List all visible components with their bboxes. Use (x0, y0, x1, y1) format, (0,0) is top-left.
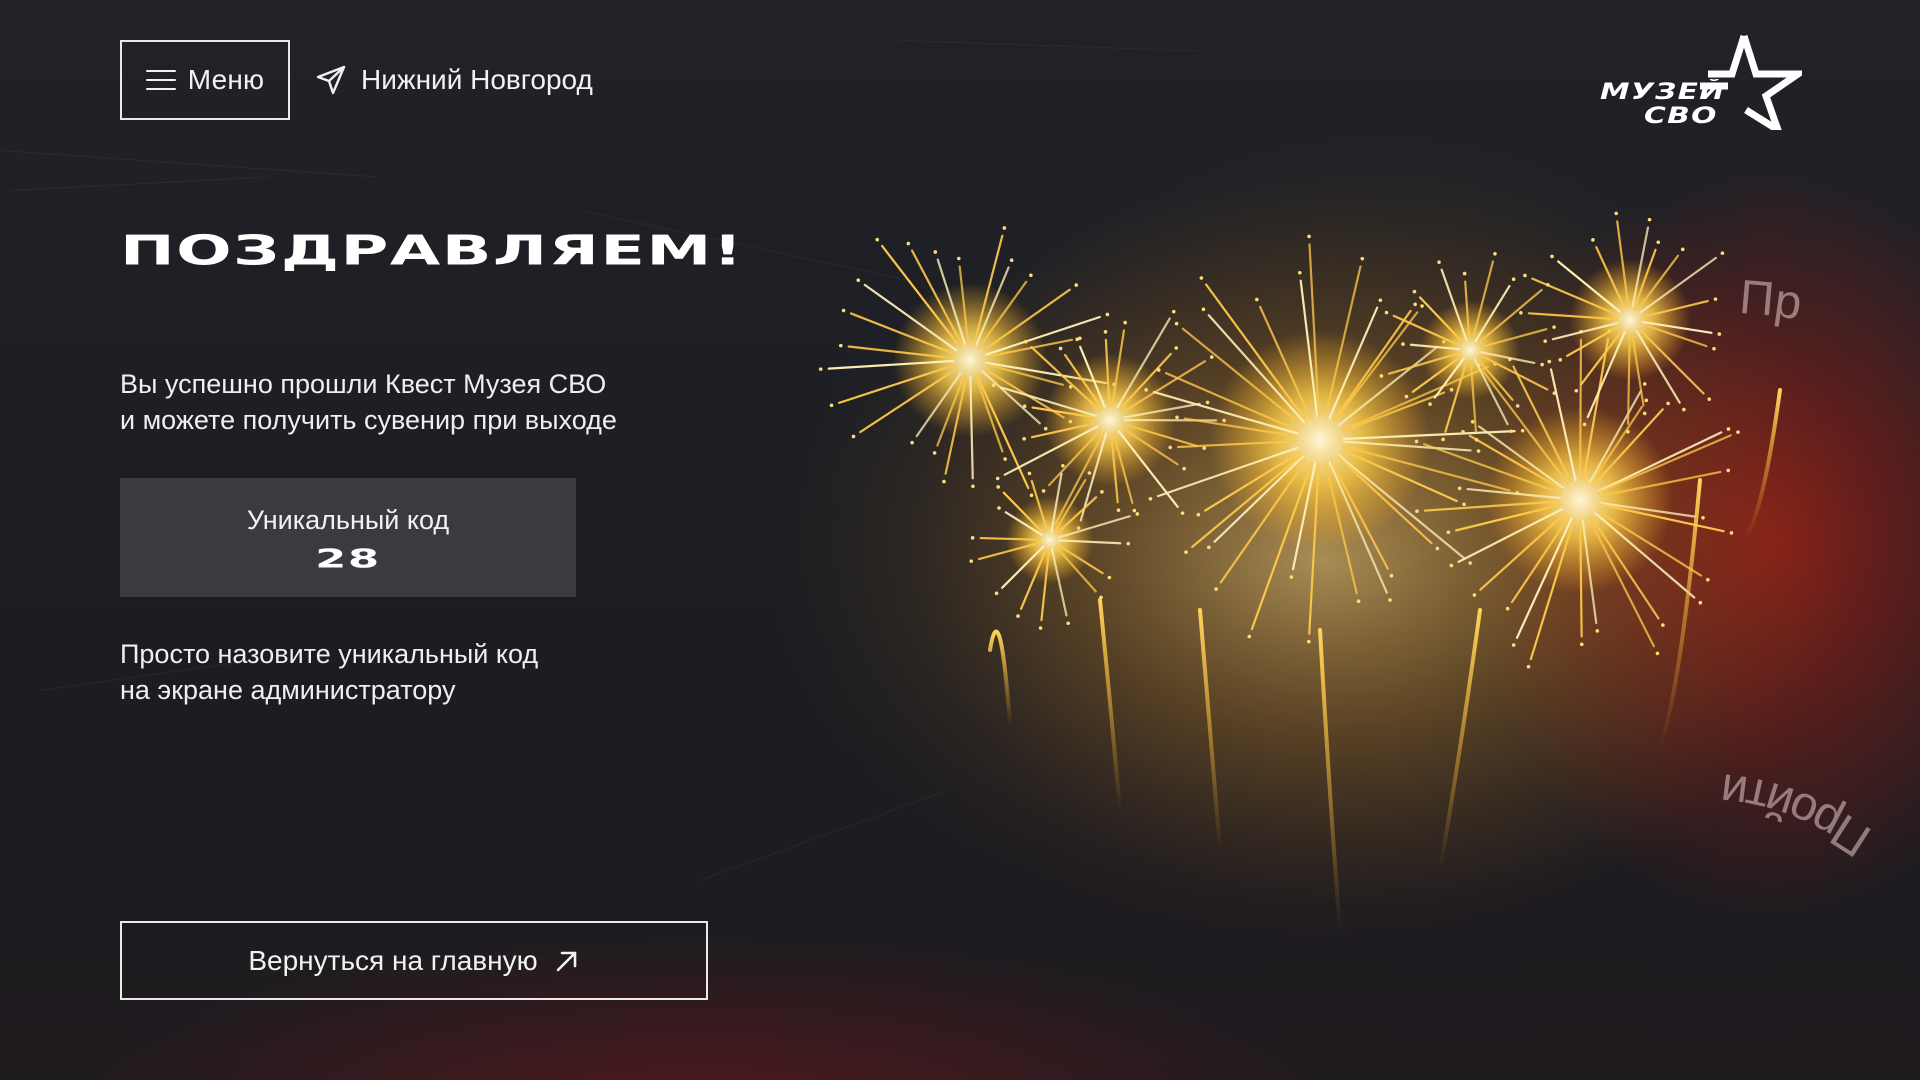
back-to-home-button[interactable]: Вернуться на главную (120, 921, 708, 1000)
instruction-line: на экране администратору (120, 675, 456, 705)
museum-logo[interactable]: МУЗЕЙ СВО (1596, 30, 1802, 130)
instruction-line: Просто назовите уникальный код (120, 639, 539, 669)
description-line: и можете получить сувенир при выходе (120, 405, 617, 435)
arrow-up-right-icon (556, 951, 576, 971)
scratch-texture (899, 40, 1200, 52)
scratch-texture (0, 150, 380, 178)
svg-text:Пр: Пр (1737, 271, 1805, 331)
menu-icon (145, 70, 176, 90)
curved-decorative-text: Пр Пройти (1718, 271, 1880, 867)
city-selector[interactable]: Нижний Новгород (315, 60, 593, 100)
code-value: 28 (315, 544, 381, 574)
page-title: ПОЗДРАВЛЯЕМ! (120, 226, 745, 275)
menu-button[interactable]: Меню (120, 40, 290, 120)
quest-complete-page: Пр Пройти Меню Нижний Новгород МУЗЕЙ СВО (0, 0, 1920, 1080)
curved-text-top: Пр (1737, 271, 1805, 331)
city-name: Нижний Новгород (361, 64, 593, 95)
unique-code-card: Уникальный код 28 (120, 478, 576, 597)
code-label: Уникальный код (246, 504, 450, 535)
instruction-text: Просто назовите уникальный код на экране… (120, 636, 720, 708)
location-arrow-icon (316, 65, 346, 95)
scratch-texture (9, 176, 270, 191)
back-button-label: Вернуться на главную (248, 944, 538, 976)
description-line: Вы успешно прошли Квест Музея СВО (120, 369, 607, 399)
logo-line2: СВО (1644, 104, 1718, 129)
curved-text-bottom-1: Пройти (1718, 763, 1880, 867)
menu-label: Меню (187, 64, 265, 95)
logo-line1: МУЗЕЙ (1600, 80, 1726, 105)
success-description: Вы успешно прошли Квест Музея СВО и може… (120, 366, 740, 438)
svg-text:Пройти: Пройти (1718, 763, 1880, 867)
